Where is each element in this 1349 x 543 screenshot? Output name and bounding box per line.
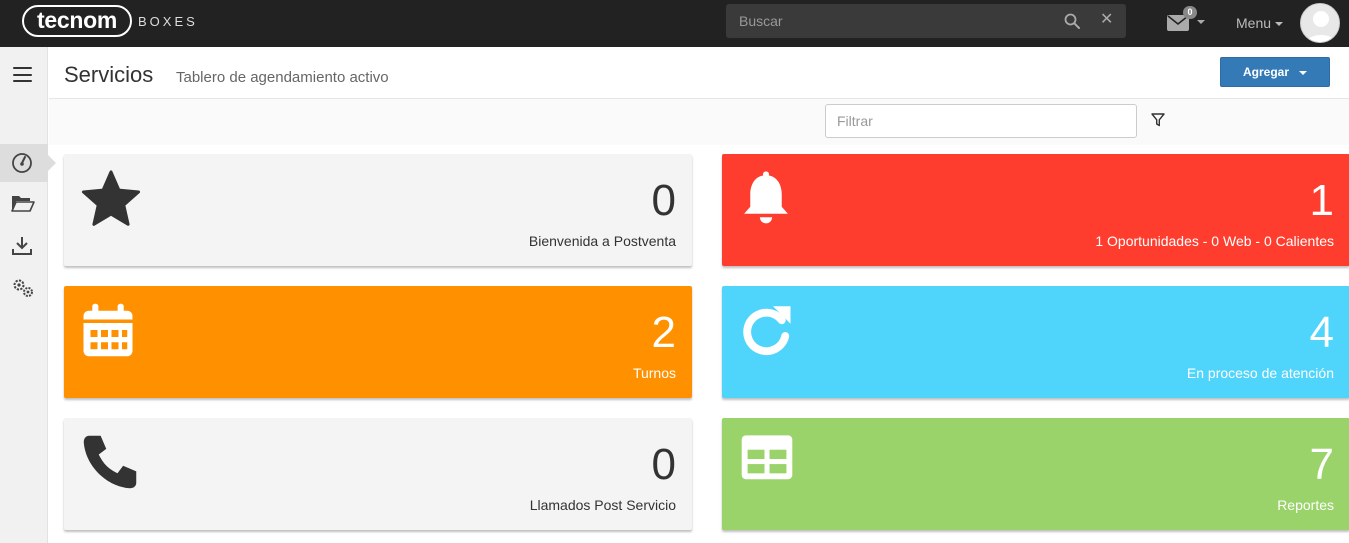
card-llamados-post-servicio[interactable]: 0 Llamados Post Servicio — [64, 418, 692, 530]
user-avatar[interactable] — [1300, 3, 1340, 43]
card-count: 7 — [1309, 440, 1334, 489]
card-en-proceso[interactable]: 4 En proceso de atención — [722, 286, 1349, 398]
card-oportunidades[interactable]: 1 1 Oportunidades - 0 Web - 0 Calientes — [722, 154, 1349, 266]
card-count: 0 — [651, 440, 676, 489]
search-box: ✕ — [726, 4, 1126, 38]
chevron-down-icon — [1197, 20, 1205, 24]
add-button[interactable]: Agregar — [1220, 57, 1330, 87]
star-icon — [81, 170, 141, 226]
messages-dropdown[interactable]: 0 — [1167, 6, 1207, 34]
chevron-down-icon — [1299, 70, 1307, 75]
filter-input[interactable] — [825, 104, 1137, 138]
menu-label: Menu — [1236, 15, 1272, 31]
sidebar-item-settings[interactable] — [0, 269, 48, 307]
product-name: BOXES — [138, 14, 198, 29]
phone-icon — [83, 435, 137, 489]
card-label: Reportes — [1277, 497, 1334, 513]
settings-icon — [13, 279, 33, 297]
clear-search-icon[interactable]: ✕ — [1100, 12, 1113, 28]
hamburger-menu-icon[interactable] — [13, 67, 32, 82]
refresh-icon — [743, 306, 791, 356]
menu-dropdown[interactable]: Menu — [1236, 15, 1284, 31]
top-navbar: tecnom BOXES ✕ 0 Menu — [0, 0, 1349, 47]
bell-icon — [744, 171, 788, 224]
add-button-label: Agregar — [1242, 65, 1289, 79]
card-label: Bienvenida a Postventa — [528, 233, 676, 249]
card-count: 2 — [651, 308, 676, 357]
search-icon[interactable] — [1064, 13, 1080, 29]
card-bienvenida-postventa[interactable]: 0 Bienvenida a Postventa — [64, 154, 692, 266]
search-input[interactable] — [726, 4, 1046, 38]
card-label: Llamados Post Servicio — [529, 497, 676, 513]
user-silhouette-icon — [1306, 11, 1336, 42]
card-count: 0 — [651, 176, 676, 225]
download-icon — [12, 237, 32, 255]
card-count: 4 — [1309, 308, 1334, 357]
calendar-icon — [83, 303, 133, 357]
dashboard-icon — [12, 153, 32, 173]
card-label: Turnos — [632, 365, 676, 381]
sidebar-item-folders[interactable] — [0, 185, 48, 223]
sidebar — [0, 47, 56, 543]
card-turnos[interactable]: 2 Turnos — [64, 286, 692, 398]
tecnom-logo[interactable]: tecnom — [22, 5, 132, 37]
page-subtitle: Tablero de agendamiento activo — [176, 69, 389, 86]
card-count: 1 — [1309, 176, 1334, 225]
page-title: Servicios — [64, 62, 154, 87]
filter-funnel-icon[interactable] — [1151, 113, 1165, 127]
card-label: En proceso de atención — [1186, 365, 1334, 381]
chevron-down-icon — [1275, 22, 1284, 27]
sidebar-item-downloads[interactable] — [0, 227, 48, 265]
card-label: 1 Oportunidades - 0 Web - 0 Calientes — [1095, 233, 1334, 249]
messages-count-badge: 0 — [1183, 6, 1197, 19]
sidebar-item-dashboard[interactable] — [0, 144, 56, 182]
table-icon — [741, 435, 793, 480]
card-reportes[interactable]: 7 Reportes — [722, 418, 1349, 530]
folder-open-icon — [11, 196, 35, 212]
